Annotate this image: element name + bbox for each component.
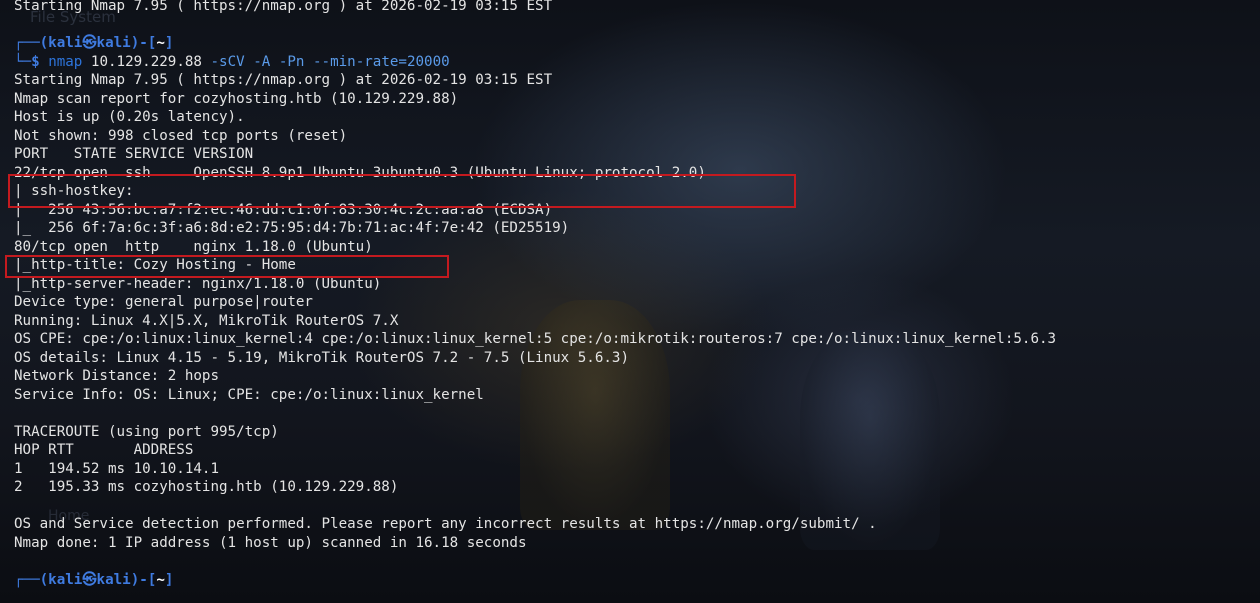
command-bin: nmap xyxy=(48,53,83,70)
command-target: 10.129.229.88 xyxy=(90,53,202,70)
prompt-end: ] xyxy=(164,35,174,51)
prompt-at: ㉿ xyxy=(82,35,97,51)
nmap-output-line: Not shown: 998 closed tcp ports (reset) xyxy=(14,127,348,144)
prompt-close: )-[ xyxy=(130,35,157,51)
prompt-host: kali xyxy=(96,571,131,588)
nmap-output-line: | ssh-hostkey: xyxy=(14,183,143,199)
prompt-corner: └─ xyxy=(14,53,32,70)
nmap-output-line: OS details: Linux 4.15 - 5.19, MikroTik … xyxy=(14,349,629,366)
terminal-prompt-header: ┌──(kali㉿kali)-[~] xyxy=(14,34,1260,53)
prompt-user: kali xyxy=(48,35,83,51)
terminal-blank xyxy=(14,552,1260,571)
nmap-output-line: OS and Service detection performed. Plea… xyxy=(14,516,877,532)
nmap-output-line: Service Info: OS: Linux; CPE: cpe:/o:lin… xyxy=(14,386,484,403)
prompt-dollar: $ xyxy=(31,53,40,70)
nmap-output-line: 2 195.33 ms cozyhosting.htb (10.129.229.… xyxy=(14,479,399,495)
nmap-output: Starting Nmap 7.95 ( https://nmap.org ) … xyxy=(14,71,1260,552)
nmap-output-line: Nmap done: 1 IP address (1 host up) scan… xyxy=(14,534,527,551)
prompt-dir: ~ xyxy=(156,571,165,588)
nmap-output-line: TRACEROUTE (using port 995/tcp) xyxy=(14,423,279,440)
nmap-output-line: PORT STATE SERVICE VERSION xyxy=(14,146,254,162)
nmap-output-line: 22/tcp open ssh OpenSSH 8.9p1 Ubuntu 3ub… xyxy=(14,164,706,181)
terminal-line-previous: Starting Nmap 7.95 ( https://nmap.org ) … xyxy=(14,0,553,14)
nmap-output-line: |_http-server-header: nginx/1.18.0 (Ubun… xyxy=(14,275,382,292)
nmap-output-line: |_ 256 6f:7a:6c:3f:a6:8d:e2:75:95:d4:7b:… xyxy=(14,220,570,236)
nmap-output-line: OS CPE: cpe:/o:linux:linux_kernel:4 cpe:… xyxy=(14,331,1057,347)
nmap-output-line: 80/tcp open http nginx 1.18.0 (Ubuntu) xyxy=(14,238,373,255)
terminal-blank xyxy=(14,16,1260,35)
prompt-user: kali xyxy=(48,571,83,588)
prompt-host: kali xyxy=(96,35,131,51)
terminal-command-line: └─$ nmap 10.129.229.88 -sCV -A -Pn --min… xyxy=(14,53,1260,72)
prompt-at: ㉿ xyxy=(82,571,97,588)
prompt-close: )-[ xyxy=(130,571,157,588)
prompt-dir: ~ xyxy=(156,35,165,51)
nmap-output-line: Running: Linux 4.X|5.X, MikroTik RouterO… xyxy=(14,312,399,329)
command-args: -sCV -A -Pn --min-rate=20000 xyxy=(210,53,450,70)
nmap-output-line: Nmap scan report for cozyhosting.htb (10… xyxy=(14,90,459,107)
nmap-output-line: Device type: general purpose|router xyxy=(14,294,313,310)
nmap-output-line: HOP RTT ADDRESS xyxy=(14,442,194,458)
nmap-output-line: 1 194.52 ms 10.10.14.1 xyxy=(14,460,219,477)
nmap-output-line xyxy=(14,497,1260,516)
prompt-end: ] xyxy=(164,571,174,588)
terminal-output[interactable]: Starting Nmap 7.95 ( https://nmap.org ) … xyxy=(14,0,1260,589)
nmap-output-line: Host is up (0.20s latency). xyxy=(14,109,245,125)
nmap-output-line: | 256 43:56:bc:a7:f2:ec:46:dd:c1:0f:83:3… xyxy=(14,201,553,218)
nmap-output-line: |_http-title: Cozy Hosting - Home xyxy=(14,257,296,273)
nmap-output-line: Starting Nmap 7.95 ( https://nmap.org ) … xyxy=(14,72,553,88)
prompt-open: ┌──( xyxy=(14,35,49,51)
terminal-prompt-next: ┌──(kali㉿kali)-[~] xyxy=(14,571,1260,590)
nmap-output-line: Network Distance: 2 hops xyxy=(14,368,219,384)
nmap-output-line xyxy=(14,404,1260,423)
prompt-open: ┌──( xyxy=(14,571,49,588)
